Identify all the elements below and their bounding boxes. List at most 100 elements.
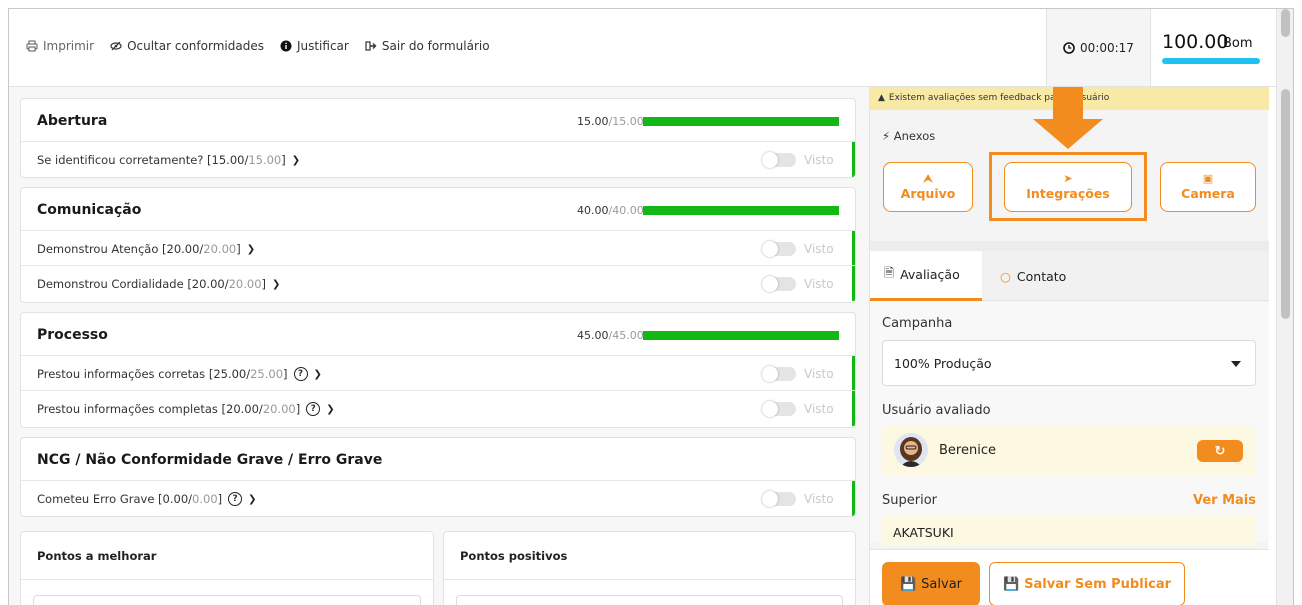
improvement-points-panel: Pontos a melhorar <box>20 531 434 605</box>
criterion-label[interactable]: Demonstrou Cordialidade [20.00/20.00] ❯ <box>37 277 280 291</box>
section-score: 40.00/40.00 <box>577 204 644 217</box>
visto-toggle[interactable] <box>762 491 796 507</box>
save-button[interactable]: 💾 Salvar <box>882 562 980 605</box>
camera-label: Camera <box>1181 186 1235 201</box>
visto-toggle[interactable] <box>762 366 796 382</box>
swap-user-button[interactable]: ↻ <box>1197 440 1243 462</box>
evaluated-user: Berenice ↻ <box>882 426 1256 476</box>
attachments-title: ⚡ Anexos <box>882 129 935 143</box>
visto-toggle[interactable] <box>762 152 796 168</box>
chevron-down-icon[interactable]: ❯ <box>292 155 300 166</box>
criterion-label[interactable]: Se identificou corretamente? [15.00/15.0… <box>37 153 300 167</box>
score-bar <box>1162 58 1260 64</box>
score-panel: 100.00 Bom <box>1150 9 1276 86</box>
help-icon[interactable]: ? <box>228 492 243 506</box>
item-accent <box>852 266 855 301</box>
item-accent <box>852 481 855 516</box>
visto-toggle[interactable] <box>762 401 796 417</box>
campanha-select[interactable]: 100% Produção <box>882 340 1256 386</box>
section-title: Comunicação <box>37 202 142 218</box>
arrow-down-icon <box>1033 87 1103 149</box>
item-accent <box>852 142 855 177</box>
tab-contato-label: Contato <box>1016 268 1067 284</box>
divider <box>444 579 855 580</box>
criterion-label[interactable]: Demonstrou Atenção [20.00/20.00] ❯ <box>37 242 255 256</box>
criterion-max: 25.00 <box>250 367 284 381</box>
criterion-row: Demonstrou Atenção [20.00/20.00] ❯ Visto <box>21 231 855 266</box>
file-attach-button[interactable]: ⮝ Arquivo <box>883 162 973 212</box>
tab-avaliacao[interactable]: 🗎 Avaliação <box>870 251 982 301</box>
tab-avaliacao-label: Avaliação <box>900 267 960 282</box>
camera-button[interactable]: ▣ Camera <box>1160 162 1256 212</box>
section-comunicacao: Comunicação 40.00/40.00 Demonstrou Atenç… <box>20 187 856 303</box>
bolt-icon: ⚡ <box>882 129 891 143</box>
help-icon[interactable]: ? <box>306 402 321 416</box>
info-icon <box>280 40 292 52</box>
criterion-close: ] <box>295 402 301 416</box>
section-header: Comunicação 40.00/40.00 <box>21 188 855 231</box>
justify-label: Justificar <box>296 39 349 53</box>
divider <box>21 579 433 580</box>
chevron-down-icon[interactable]: ❯ <box>248 494 256 505</box>
visto-label: Visto <box>804 277 834 291</box>
exit-form-button[interactable]: Sair do formulário <box>365 39 490 53</box>
score-label: Bom <box>1223 36 1253 51</box>
section-title: NCG / Não Conformidade Grave / Erro Grav… <box>37 452 383 468</box>
visto-label: Visto <box>804 242 834 256</box>
chevron-down-icon[interactable]: ❯ <box>247 244 255 255</box>
top-bar: Imprimir Ocultar conformidades Justifica… <box>9 9 1293 87</box>
save-without-publish-button[interactable]: 💾 Salvar Sem Publicar <box>989 562 1185 605</box>
sign-out-icon <box>365 41 377 51</box>
tab-bar: 🗎 Avaliação ○ Contato <box>870 251 1269 301</box>
scrollbar-thumb-top[interactable] <box>1281 9 1290 37</box>
print-label: Imprimir <box>43 39 95 53</box>
floppy-icon: 💾 <box>1002 576 1020 592</box>
improvement-points-title: Pontos a melhorar <box>37 549 157 563</box>
eye-slash-icon <box>110 41 122 51</box>
file-attach-label: Arquivo <box>900 186 956 201</box>
hide-conformities-button[interactable]: Ocultar conformidades <box>110 39 264 53</box>
floppy-icon: 💾 <box>899 576 917 592</box>
positive-points-input[interactable] <box>456 595 843 605</box>
section-title: Abertura <box>37 113 108 129</box>
chevron-down-icon[interactable]: ❯ <box>272 279 280 290</box>
warning-icon: ▲ <box>878 93 885 103</box>
criterion-label[interactable]: Prestou informações completas [20.00/20.… <box>37 402 335 416</box>
user-name: Berenice <box>939 443 996 458</box>
visto-label: Visto <box>804 492 834 506</box>
timer: 00:00:17 <box>1046 9 1150 86</box>
scrollbar[interactable] <box>1276 9 1293 605</box>
justify-button[interactable]: Justificar <box>280 39 349 53</box>
print-button[interactable]: Imprimir <box>26 39 94 53</box>
avatar <box>894 433 928 467</box>
criterion-max: 15.00 <box>248 153 282 167</box>
chat-icon: ○ <box>1000 268 1011 284</box>
criterion-text: Demonstrou Atenção [20.00/ <box>37 242 204 256</box>
superior-label: Superior <box>882 493 937 508</box>
criterion-row: Demonstrou Cordialidade [20.00/20.00] ❯ V… <box>21 266 855 301</box>
criterion-row: Se identificou corretamente? [15.00/15.0… <box>21 142 855 177</box>
document-icon: 🗎 <box>884 265 895 280</box>
section-score: 45.00/45.00 <box>577 329 644 342</box>
ver-mais-link[interactable]: Ver Mais <box>1193 493 1256 508</box>
scrollbar-thumb[interactable] <box>1281 89 1290 319</box>
save-without-publish-label: Salvar Sem Publicar <box>1024 576 1172 592</box>
chevron-down-icon[interactable]: ❯ <box>326 404 334 415</box>
criterion-text: Prestou informações completas [20.00/ <box>37 402 263 416</box>
side-panel: ▲ Existem avaliações sem feedback para o… <box>869 87 1269 605</box>
help-icon[interactable]: ? <box>293 367 308 381</box>
chevron-down-icon[interactable]: ❯ <box>314 369 322 380</box>
criterion-max: 20.00 <box>262 402 296 416</box>
criterion-row: Prestou informações completas [20.00/20.… <box>21 391 855 426</box>
section-abertura: Abertura 15.00/15.00 Se identificou corr… <box>20 98 856 178</box>
clock-icon <box>1063 41 1075 54</box>
visto-toggle[interactable] <box>762 276 796 292</box>
criterion-label[interactable]: Prestou informações corretas [25.00/25.0… <box>37 367 322 381</box>
visto-toggle[interactable] <box>762 241 796 257</box>
criterion-label[interactable]: Cometeu Erro Grave [0.00/0.00]? ❯ <box>37 492 257 506</box>
improvement-points-input[interactable] <box>33 595 421 605</box>
tab-contato[interactable]: ○ Contato <box>1000 251 1100 301</box>
section-score-value: 15.00 <box>577 115 609 128</box>
section-progress-bar <box>643 117 839 126</box>
section-score-value: 40.00 <box>577 204 609 217</box>
